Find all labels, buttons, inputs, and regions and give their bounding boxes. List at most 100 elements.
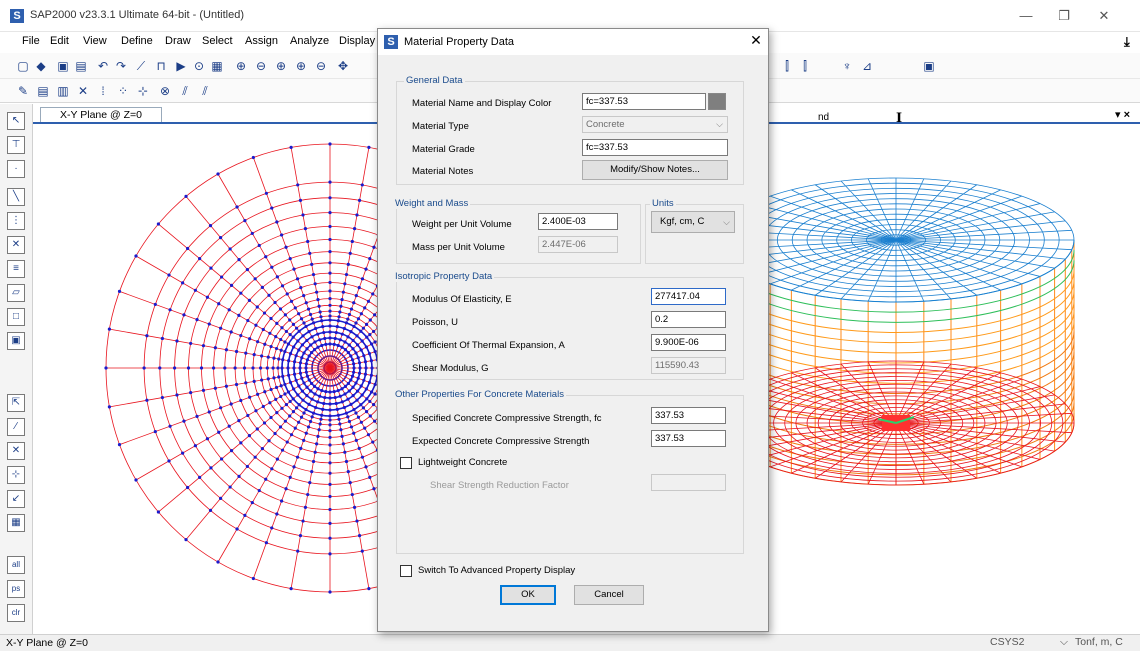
units-dropdown[interactable]: Kgf, cm, C ⌵ <box>651 211 735 233</box>
tab-xy-plane[interactable]: X-Y Plane @ Z=0 <box>40 107 162 123</box>
menu-draw[interactable]: Draw <box>165 35 191 47</box>
ssrf-input <box>651 474 726 491</box>
menu-display[interactable]: Display <box>339 35 375 47</box>
pan-icon[interactable]: ▦ <box>210 59 224 73</box>
zoom-in-icon[interactable]: ⊕ <box>294 59 308 73</box>
material-type-select[interactable]: Concrete ⌵ <box>582 116 728 133</box>
dialog-title: Material Property Data <box>404 36 515 48</box>
lock-icon[interactable]: ⊓ <box>154 59 168 73</box>
zoom-prev-icon[interactable]: ⊕ <box>274 59 288 73</box>
ok-button[interactable]: OK <box>500 585 556 605</box>
extrude-icon[interactable]: ⊹ <box>136 84 150 98</box>
copy-icon[interactable]: ▤ <box>36 84 50 98</box>
zoom-full-icon[interactable]: ⊖ <box>254 59 268 73</box>
new-model-icon[interactable]: ▢ <box>16 59 30 73</box>
previous-select-icon[interactable]: ps <box>7 580 25 598</box>
zoom-window-icon[interactable]: ⊕ <box>234 59 248 73</box>
draw-frame-icon[interactable]: ╲ <box>7 188 25 206</box>
advanced-display-label: Switch To Advanced Property Display <box>418 565 576 576</box>
shear-modulus-label: Shear Modulus, G <box>412 363 489 374</box>
pointer-icon[interactable]: ↖ <box>7 112 25 130</box>
units-select[interactable]: Tonf, m, C <box>1075 636 1140 650</box>
select-all-icon[interactable]: all <box>7 556 25 574</box>
download-icon[interactable]: ⤓ <box>1124 34 1130 50</box>
clear-select-icon[interactable]: clr <box>7 604 25 622</box>
draw-toolbar: ↖ ⊤ · ╲ ⋮ ✕ ≡ ▱ □ ▣ ⇱ ∕ ✕ ⊹ ↙ ▦ all ps c… <box>0 104 33 634</box>
rotate-3d-icon[interactable]: ⊙ <box>192 59 206 73</box>
material-name-input[interactable]: fc=337.53 <box>582 93 706 110</box>
draw-poly-area-icon[interactable]: ▱ <box>7 284 25 302</box>
reshape-icon[interactable]: ⊤ <box>7 136 25 154</box>
csys-value: CSYS2 <box>990 636 1025 648</box>
display-color-button[interactable] <box>708 93 726 110</box>
save-icon[interactable]: ▣ <box>56 59 70 73</box>
secondary-beam-icon[interactable]: ≡ <box>7 260 25 278</box>
intersect-icon[interactable]: ✕ <box>7 442 25 460</box>
advanced-display-checkbox[interactable] <box>400 565 412 577</box>
ssrf-label: Shear Strength Reduction Factor <box>430 480 569 491</box>
coordinate-system-select[interactable]: CSYS2 ⌵ <box>990 636 1070 650</box>
brush-icon[interactable]: ✎ <box>16 84 30 98</box>
menu-file[interactable]: File <box>22 35 40 47</box>
assign-icon[interactable]: ⫿ <box>780 59 794 73</box>
load-pattern-icon[interactable]: ⫿ <box>798 59 812 73</box>
support-icon[interactable]: ↙ <box>7 490 25 508</box>
refresh-icon[interactable]: ⟋ <box>134 59 148 73</box>
delete-icon[interactable]: ✕ <box>76 84 90 98</box>
select-pointer-icon[interactable]: ⇱ <box>7 394 25 412</box>
modulus-elasticity-input[interactable]: 277417.04 <box>651 288 726 305</box>
menu-assign[interactable]: Assign <box>245 35 278 47</box>
modify-notes-button[interactable]: Modify/Show Notes... <box>582 160 728 180</box>
show-forces-icon[interactable]: ⊿ <box>860 59 874 73</box>
paste-icon[interactable]: ▥ <box>56 84 70 98</box>
close-window-button[interactable]: ✕ <box>1090 6 1118 26</box>
menu-edit[interactable]: Edit <box>50 35 69 47</box>
draw-rect-area-icon[interactable]: □ <box>7 308 25 326</box>
minimize-button[interactable]: — <box>1012 6 1040 26</box>
weight-per-volume-label: Weight per Unit Volume <box>412 219 512 230</box>
section-icon[interactable]: ⊹ <box>7 466 25 484</box>
draw-joint-icon[interactable]: · <box>7 160 25 178</box>
deformed-shape-icon[interactable]: ♆ <box>840 59 854 73</box>
replicate-icon[interactable]: ⁞ <box>96 84 110 98</box>
fc-input[interactable]: 337.53 <box>651 407 726 424</box>
material-type-label: Material Type <box>412 121 469 132</box>
material-grade-input[interactable]: fc=337.53 <box>582 139 728 156</box>
draw-brace-icon[interactable]: ✕ <box>7 236 25 254</box>
divide-icon[interactable]: ⁘ <box>116 84 130 98</box>
cancel-button[interactable]: Cancel <box>574 585 644 605</box>
undo-icon[interactable]: ↶ <box>96 59 110 73</box>
chevron-down-icon: ⌵ <box>716 119 723 129</box>
zoom-out-icon[interactable]: ⊖ <box>314 59 328 73</box>
display-icon[interactable]: ▣ <box>922 59 936 73</box>
mass-per-volume-label: Mass per Unit Volume <box>412 242 505 253</box>
poisson-input[interactable]: 0.2 <box>651 311 726 328</box>
open-icon[interactable]: ◆ <box>34 59 48 73</box>
grid-icon[interactable]: ▦ <box>7 514 25 532</box>
menu-define[interactable]: Define <box>121 35 153 47</box>
expected-fc-input[interactable]: 337.53 <box>651 430 726 447</box>
run-analysis-icon[interactable]: ▶ <box>174 59 188 73</box>
pan-tool-icon[interactable]: ✥ <box>336 59 350 73</box>
weight-per-volume-input[interactable]: 2.400E-03 <box>538 213 618 230</box>
lightweight-label: Lightweight Concrete <box>418 457 508 468</box>
stage-icon[interactable]: ⫽ <box>198 84 212 98</box>
dialog-close-button[interactable]: ✕ <box>746 32 766 49</box>
restore-button[interactable]: ❐ <box>1050 6 1078 26</box>
material-type-value: Concrete <box>586 119 625 130</box>
section-cut-icon[interactable]: ⫽ <box>178 84 192 98</box>
link-icon[interactable]: ∕ <box>7 418 25 436</box>
redo-icon[interactable]: ↷ <box>114 59 128 73</box>
menu-select[interactable]: Select <box>202 35 233 47</box>
mesh-icon[interactable]: ⊗ <box>158 84 172 98</box>
lightweight-checkbox[interactable] <box>400 457 412 469</box>
menu-view[interactable]: View <box>83 35 107 47</box>
menu-analyze[interactable]: Analyze <box>290 35 329 47</box>
quick-draw-area-icon[interactable]: ▣ <box>7 332 25 350</box>
quick-draw-frame-icon[interactable]: ⋮ <box>7 212 25 230</box>
view-close-button[interactable]: ▾ × <box>1115 108 1130 121</box>
status-view-label: X-Y Plane @ Z=0 <box>6 637 88 649</box>
print-icon[interactable]: ▤ <box>74 59 88 73</box>
thermal-coeff-input[interactable]: 9.900E-06 <box>651 334 726 351</box>
chevron-down-icon: ⌵ <box>723 217 730 227</box>
